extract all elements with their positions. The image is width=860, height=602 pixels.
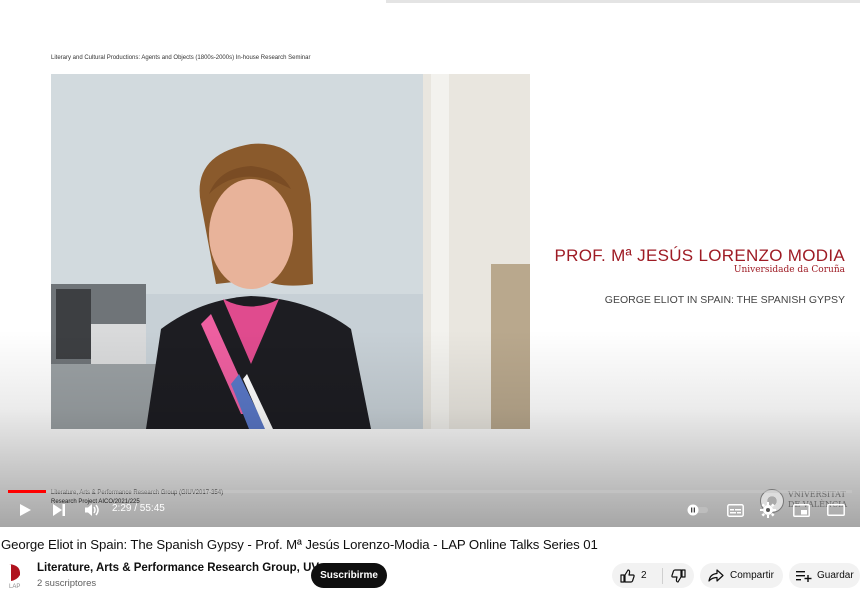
play-icon: [20, 504, 31, 516]
theater-mode-button[interactable]: [824, 497, 848, 523]
save-label: Guardar: [817, 570, 854, 581]
volume-icon: [85, 504, 99, 516]
like-dislike-group: 2: [612, 563, 694, 588]
next-video-button[interactable]: [48, 497, 70, 523]
miniplayer-button[interactable]: [790, 497, 812, 523]
speaker-affiliation: Universidade da Coruña: [733, 265, 845, 275]
settings-gear-icon: [760, 502, 776, 518]
channel-name[interactable]: Literature, Arts & Performance Research …: [37, 562, 319, 574]
like-button[interactable]: 2: [612, 563, 662, 588]
share-label: Compartir: [730, 570, 774, 581]
thumbs-down-icon: [671, 568, 686, 583]
dislike-button[interactable]: [663, 563, 694, 588]
save-button[interactable]: Guardar: [789, 563, 860, 588]
progress-played: [8, 490, 46, 493]
autoplay-toggle[interactable]: [684, 497, 712, 523]
player-controls: 2:29 / 55:45: [0, 497, 860, 523]
volume-button[interactable]: [81, 497, 103, 523]
lap-logo-icon: LAP: [9, 564, 20, 590]
subscribe-button[interactable]: Suscribirme: [311, 563, 387, 588]
thumbs-up-icon: [620, 568, 635, 583]
share-icon: [708, 569, 724, 582]
play-button[interactable]: [14, 497, 36, 523]
settings-button[interactable]: [757, 497, 779, 523]
subtitles-icon: [726, 503, 744, 517]
channel-avatar[interactable]: LAP: [5, 562, 27, 590]
speaker-name: PROF. Mª JESÚS LORENZO MODIA: [554, 246, 845, 265]
time-display: 2:29 / 55:45: [112, 503, 165, 514]
like-count: 2: [641, 570, 647, 581]
seminar-caption: Literary and Cultural Productions: Agent…: [51, 55, 311, 61]
video-page: Literary and Cultural Productions: Agent…: [0, 0, 860, 602]
theater-mode-icon: [827, 504, 845, 516]
talk-title: GEORGE ELIOT IN SPAIN: THE SPANISH GYPSY: [604, 294, 845, 306]
share-button[interactable]: Compartir: [700, 563, 783, 588]
next-icon: [53, 504, 65, 516]
subtitles-button[interactable]: [724, 497, 746, 523]
autoplay-toggle-icon: [687, 504, 708, 516]
add-to-playlist-icon: [796, 570, 812, 582]
miniplayer-icon: [792, 503, 810, 517]
progress-bar[interactable]: [8, 490, 852, 493]
subscriber-count: 2 suscriptores: [37, 578, 97, 589]
svg-text:LAP: LAP: [9, 584, 20, 590]
top-strip: [386, 0, 860, 3]
video-player[interactable]: Literary and Cultural Productions: Agent…: [0, 0, 860, 527]
video-title: George Eliot in Spain: The Spanish Gypsy…: [1, 537, 598, 552]
